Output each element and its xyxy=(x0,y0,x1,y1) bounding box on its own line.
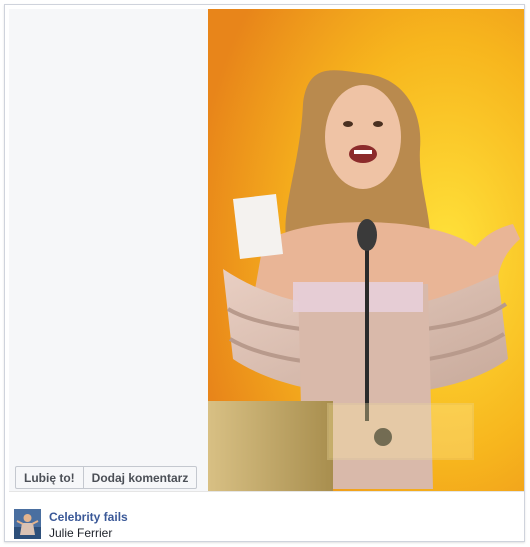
post-footer: Celebrity fails Julie Ferrier xyxy=(9,491,524,541)
post-actions: Lubię to! Dodaj komentarz xyxy=(15,466,198,489)
post-photo[interactable] xyxy=(208,9,524,491)
page-name-link[interactable]: Celebrity fails xyxy=(49,510,128,524)
post-left-panel xyxy=(9,9,208,491)
photo-image-icon xyxy=(208,9,524,491)
page-avatar[interactable] xyxy=(14,509,41,539)
avatar-icon xyxy=(14,509,41,539)
add-comment-button[interactable]: Dodaj komentarz xyxy=(83,466,198,489)
photo-caption: Julie Ferrier xyxy=(49,526,113,540)
post-card: Lubię to! Dodaj komentarz Celebrity fail… xyxy=(4,4,525,542)
like-button[interactable]: Lubię to! xyxy=(15,466,84,489)
